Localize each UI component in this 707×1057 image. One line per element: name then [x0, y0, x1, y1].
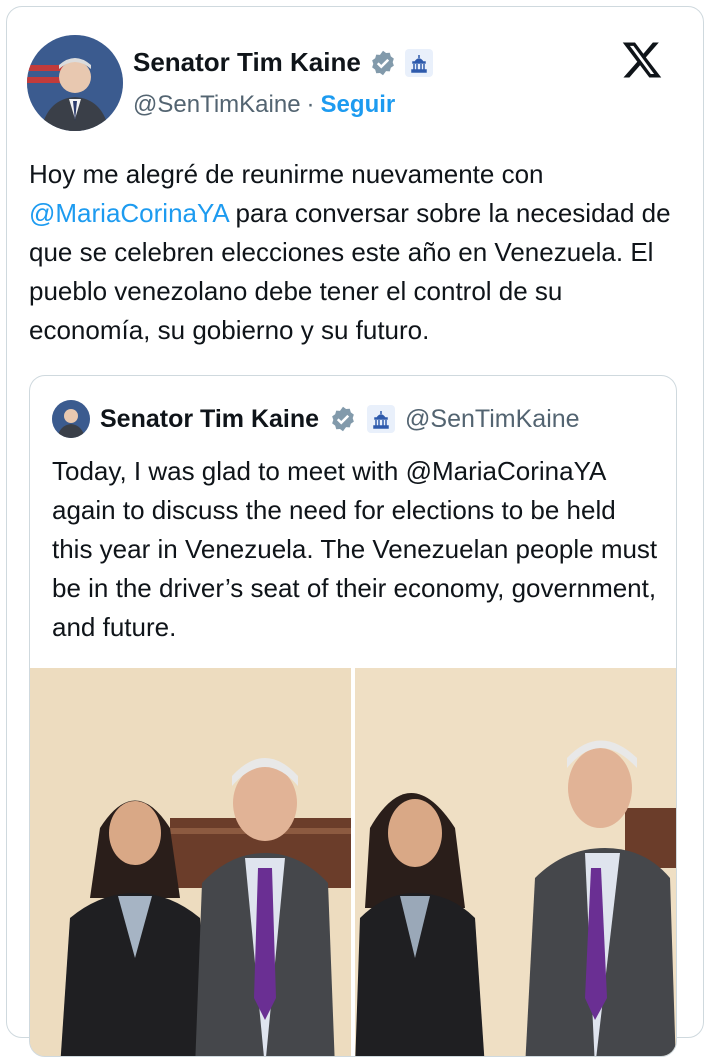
- handle-row: @SenTimKaine · Seguir: [133, 91, 395, 119]
- quoted-government-label-icon: [367, 405, 396, 433]
- tweet-text-part1: Hoy me alegré de reunirme nuevamente con: [29, 159, 544, 189]
- author-avatar[interactable]: [27, 35, 123, 131]
- author-handle[interactable]: @SenTimKaine: [133, 91, 301, 119]
- quoted-avatar: [52, 400, 90, 438]
- follow-button[interactable]: Seguir: [321, 91, 396, 119]
- quoted-verified-badge-icon: [332, 406, 354, 432]
- quoted-handle: @SenTimKaine: [405, 404, 580, 433]
- photo-right[interactable]: [355, 668, 676, 1056]
- photo-left[interactable]: [30, 668, 351, 1056]
- photo-grid: [30, 668, 676, 1056]
- quoted-author-name: Senator Tim Kaine: [100, 404, 320, 433]
- quoted-header: Senator Tim Kaine @SenTimKaine: [52, 400, 580, 438]
- x-logo-icon[interactable]: [621, 39, 663, 81]
- mention-link[interactable]: @MariaCorinaYA: [29, 198, 228, 228]
- quoted-text: Today, I was glad to meet with @MariaCor…: [52, 456, 658, 642]
- tweet-text: Hoy me alegré de reunirme nuevamente con…: [29, 155, 689, 350]
- author-name-row: Senator Tim Kaine: [133, 47, 433, 78]
- verified-badge-icon: [371, 50, 394, 75]
- tweet-card: Senator Tim Kaine @SenTimKaine · Seguir …: [6, 6, 704, 1057]
- author-name[interactable]: Senator Tim Kaine: [133, 47, 361, 78]
- separator: ·: [306, 91, 315, 118]
- government-label-icon: [404, 48, 433, 77]
- quoted-tweet[interactable]: Senator Tim Kaine @SenTimKaine Today, I …: [29, 375, 677, 1057]
